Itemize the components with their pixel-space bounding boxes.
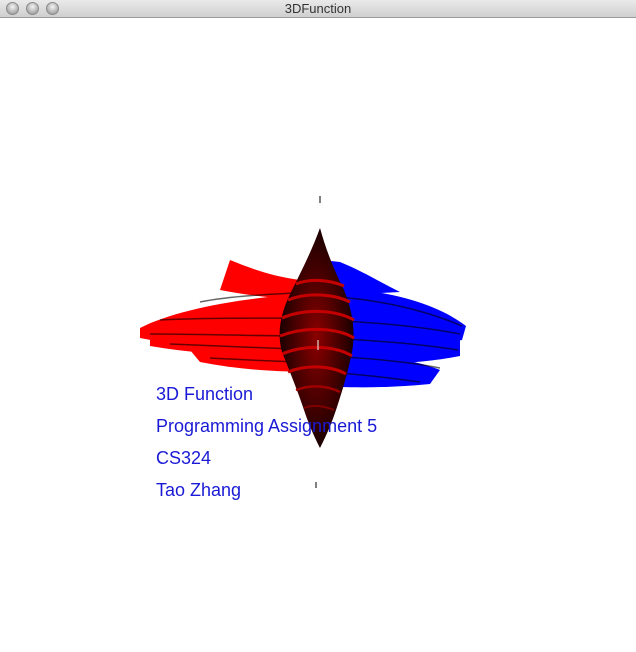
title-bar[interactable]: 3DFunction	[0, 0, 636, 18]
app-window: 3DFunction 3D Function Programming Assig…	[0, 0, 636, 652]
window-title: 3DFunction	[284, 1, 352, 16]
overlay-line-course: CS324	[156, 448, 212, 468]
overlay-line-author: Tao Zhang	[156, 480, 242, 500]
overlay-line-title: 3D Function	[156, 384, 254, 404]
render-canvas[interactable]: 3D Function Programming Assignment 5 CS3…	[0, 18, 636, 652]
overlay-line-assignment: Programming Assignment 5	[156, 416, 378, 436]
function-surface-render	[140, 196, 466, 488]
surface-core	[279, 228, 355, 448]
